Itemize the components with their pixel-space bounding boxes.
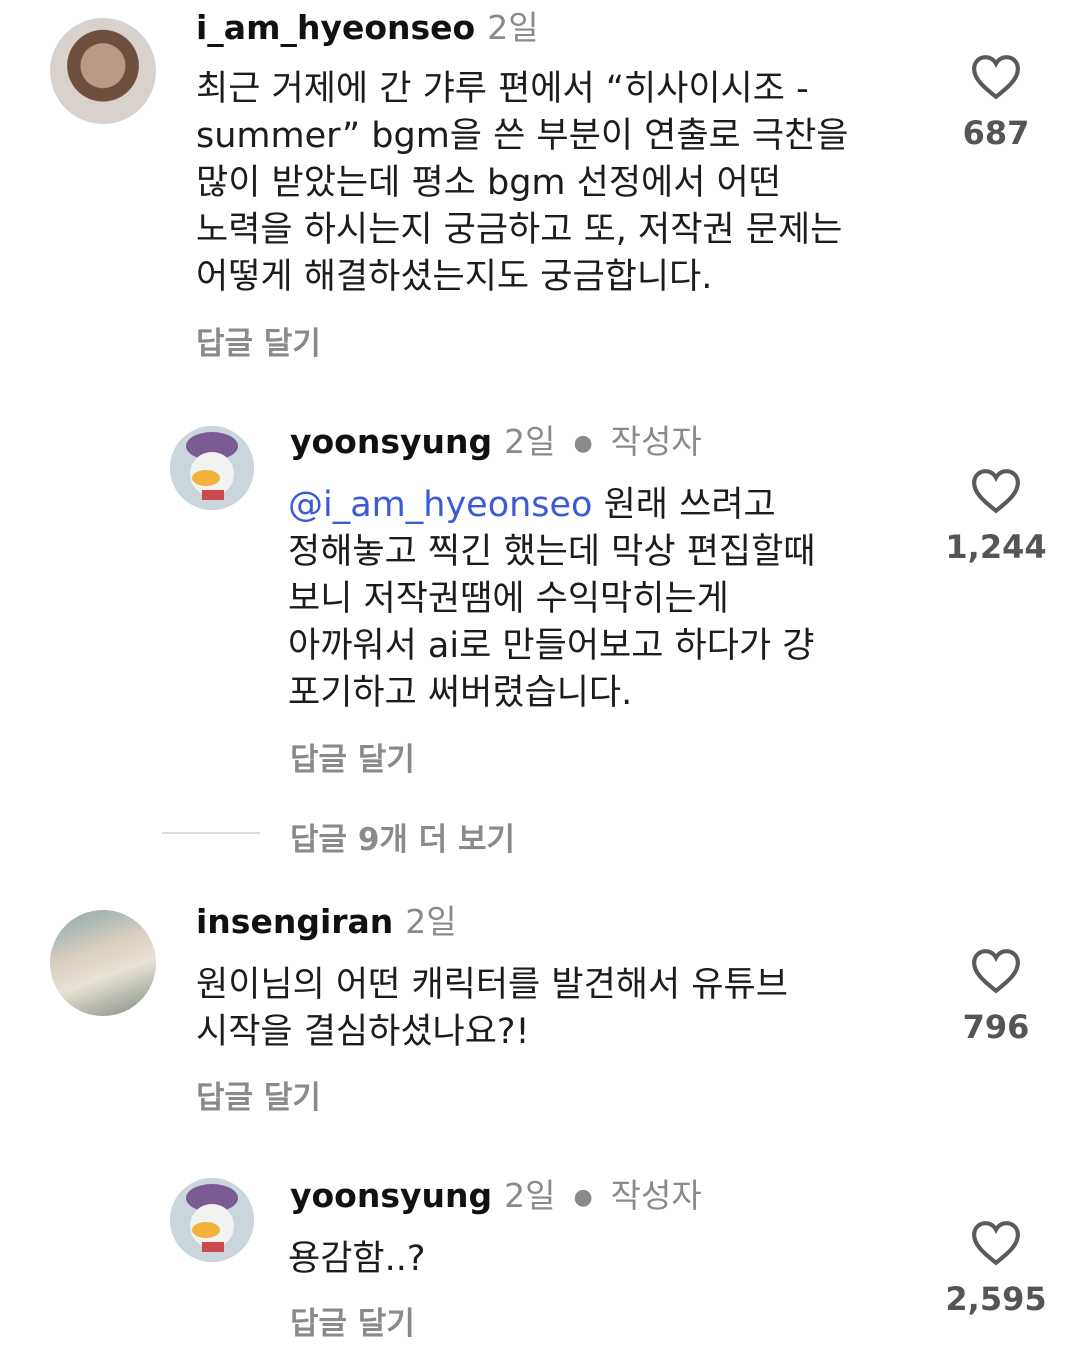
duck-avatar-icon [170,426,254,510]
mention-link[interactable]: @i_am_hyeonseo [288,485,592,525]
timestamp: 2일 [487,8,539,47]
view-more-replies[interactable]: 답글 9개 더 보기 [290,814,515,859]
separator-dot: ● [573,430,593,456]
like-count: 2,595 [945,1280,1047,1318]
reply-button[interactable]: 답글 달기 [290,734,415,779]
comment-text: 원이님의 어떤 캐릭터를 발견해서 유튜브 시작을 결심하셨나요?! [196,965,788,1052]
duck-avatar-icon [170,1178,254,1262]
avatar[interactable] [50,18,156,124]
heart-outline-icon [972,949,1020,994]
comment-text: 최근 거제에 간 갸루 편에서 “히사이시조 - summer” bgm을 쓴 … [196,69,849,297]
comment-text: @i_am_hyeonseo 원래 쓰려고 정해놓고 찍긴 했는데 막상 편집할… [288,485,816,713]
username[interactable]: i_am_hyeonseo [196,8,475,47]
like-count: 796 [962,1008,1030,1046]
avatar[interactable] [170,426,254,510]
reply-button[interactable]: 답글 달기 [290,1298,415,1343]
timestamp: 2일 [504,1176,556,1215]
like-count: 1,244 [945,528,1047,566]
comment-text: 용감함..? [288,1239,426,1279]
author-badge: 작성자 [610,422,702,461]
reply-button[interactable]: 답글 달기 [196,1072,321,1117]
like-button[interactable]: 687 [941,54,1051,152]
username[interactable]: yoonsyung [290,1176,492,1215]
author-badge: 작성자 [610,1176,702,1215]
avatar[interactable] [50,910,156,1016]
timestamp: 2일 [504,422,556,461]
timestamp: 2일 [405,902,457,941]
like-button[interactable]: 796 [941,948,1051,1046]
like-count: 687 [962,114,1030,152]
like-button[interactable]: 2,595 [941,1220,1051,1318]
heart-outline-icon [972,469,1020,514]
username[interactable]: yoonsyung [290,422,492,461]
divider [162,832,260,834]
heart-outline-icon [972,1221,1020,1266]
avatar[interactable] [170,1178,254,1262]
reply-button[interactable]: 답글 달기 [196,318,321,363]
username[interactable]: insengiran [196,902,393,941]
like-button[interactable]: 1,244 [941,468,1051,566]
heart-outline-icon [972,55,1020,100]
separator-dot: ● [573,1184,593,1210]
